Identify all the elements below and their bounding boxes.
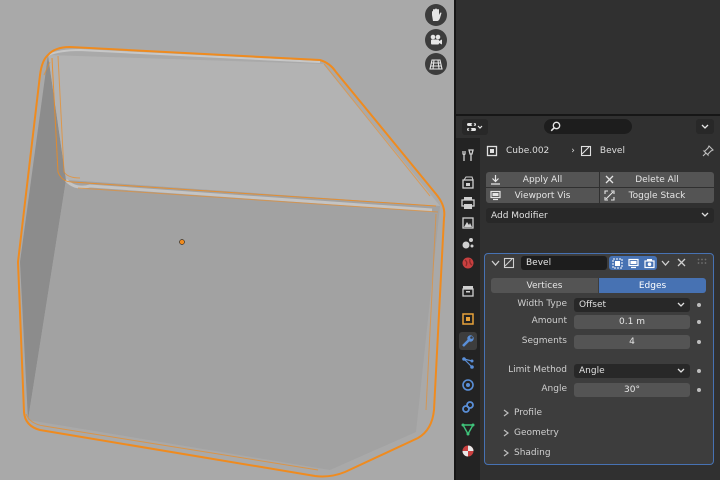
width-type-dropdown[interactable]: Offset <box>574 298 690 312</box>
affect-vertices-button[interactable]: Vertices <box>491 278 598 293</box>
subpanel-profile[interactable]: Profile <box>503 406 542 420</box>
keyframe-dot[interactable] <box>697 340 701 344</box>
subpanel-geometry-label: Geometry <box>514 428 559 438</box>
breadcrumb-object: Cube.002 <box>506 146 550 156</box>
angle-label: Angle <box>541 384 567 394</box>
download-icon <box>491 175 500 185</box>
limit-method-label: Limit Method <box>508 365 567 375</box>
modifier-properties: Cube.002 › Bevel Apply All Delete All Vi… <box>480 138 720 480</box>
apply-all-button[interactable]: Apply All <box>486 172 599 187</box>
pin-icon[interactable] <box>702 145 714 157</box>
camera-render-icon[interactable] <box>643 258 655 269</box>
segments-field[interactable]: 4 <box>574 335 690 349</box>
subpanel-geometry[interactable]: Geometry <box>503 426 559 440</box>
add-modifier-label: Add Modifier <box>491 210 548 221</box>
segments-value: 4 <box>629 337 635 347</box>
edit-mode-icon[interactable] <box>612 258 623 269</box>
toggle-stack-label: Toggle Stack <box>628 190 686 201</box>
3d-viewport[interactable] <box>0 0 454 480</box>
viewport-vis-button[interactable]: Viewport Vis <box>486 188 599 203</box>
object-data-icon[interactable] <box>459 420 477 438</box>
angle-field[interactable]: 30° <box>574 383 690 397</box>
monitor-icon <box>490 190 501 201</box>
view-layer-icon[interactable] <box>459 214 477 232</box>
apply-all-label: Apply All <box>522 174 563 185</box>
bevel-icon <box>580 145 591 157</box>
delete-all-label: Delete All <box>635 174 679 185</box>
constraints-icon[interactable] <box>459 398 477 416</box>
bevel-icon <box>503 257 515 269</box>
chevron-down-icon <box>677 368 685 373</box>
toggle-stack-button[interactable]: Toggle Stack <box>600 188 714 203</box>
subpanel-shading[interactable]: Shading <box>503 446 551 460</box>
properties-tabs <box>456 138 480 480</box>
object-icon[interactable] <box>459 310 477 328</box>
width-type-value: Offset <box>579 300 607 310</box>
camera-icon[interactable] <box>425 29 447 51</box>
affect-edges-label: Edges <box>638 280 667 291</box>
width-type-label: Width Type <box>517 299 567 309</box>
modifier-icon[interactable] <box>459 332 477 350</box>
properties-header <box>456 116 720 138</box>
fullscreen-icon <box>604 190 615 201</box>
monitor-icon[interactable] <box>627 258 639 269</box>
amount-value: 0.1 m <box>619 317 645 327</box>
affect-edges-button[interactable]: Edges <box>599 278 706 293</box>
breadcrumb: Cube.002 › Bevel <box>480 142 720 160</box>
particles-icon[interactable] <box>459 354 477 372</box>
amount-field[interactable]: 0.1 m <box>574 315 690 329</box>
collection-icon[interactable] <box>459 282 477 300</box>
close-icon <box>605 175 614 184</box>
cube-mesh <box>16 45 446 478</box>
limit-method-value: Angle <box>579 366 605 376</box>
physics-icon[interactable] <box>459 376 477 394</box>
options-dropdown[interactable] <box>696 119 714 134</box>
chevron-down-icon[interactable] <box>661 260 670 267</box>
keyframe-dot[interactable] <box>697 320 701 324</box>
hand-icon[interactable] <box>425 4 447 26</box>
bevel-modifier-panel: Bevel Vertices Edges Width Type Offset A… <box>484 253 714 465</box>
render-icon[interactable] <box>459 174 477 192</box>
breadcrumb-modifier: Bevel <box>599 146 625 156</box>
chevron-right-icon <box>503 449 509 457</box>
search-icon <box>550 121 561 132</box>
keyframe-dot[interactable] <box>697 303 701 307</box>
properties-editor: Cube.002 › Bevel Apply All Delete All Vi… <box>456 116 720 480</box>
segments-label: Segments <box>521 336 567 346</box>
object-icon <box>486 145 498 157</box>
drag-handle-icon[interactable] <box>697 258 707 266</box>
chevron-down-icon <box>701 212 709 217</box>
world-icon[interactable] <box>459 254 477 272</box>
grid-icon[interactable] <box>425 53 447 75</box>
subpanel-profile-label: Profile <box>514 408 542 418</box>
close-icon[interactable] <box>677 258 686 267</box>
tool-icon[interactable] <box>459 146 477 164</box>
affect-vertices-label: Vertices <box>526 280 563 291</box>
scene-icon[interactable] <box>459 234 477 252</box>
modifier-name: Bevel <box>526 258 552 268</box>
keyframe-dot[interactable] <box>697 388 701 392</box>
material-icon[interactable] <box>459 442 477 460</box>
angle-value: 30° <box>624 385 640 395</box>
delete-all-button[interactable]: Delete All <box>600 172 714 187</box>
editor-type-dropdown[interactable] <box>462 119 488 135</box>
output-icon[interactable] <box>459 194 477 212</box>
breadcrumb-separator: › <box>571 146 575 156</box>
add-modifier-dropdown[interactable]: Add Modifier <box>486 208 714 223</box>
search-input[interactable] <box>544 119 632 134</box>
chevron-down-icon <box>701 124 709 129</box>
subpanel-shading-label: Shading <box>514 448 551 458</box>
chevron-down-icon <box>677 302 685 307</box>
chevron-right-icon <box>503 429 509 437</box>
chevron-right-icon <box>503 409 509 417</box>
collapse-chevron-icon[interactable] <box>491 260 500 267</box>
viewport-vis-label: Viewport Vis <box>514 190 571 201</box>
visibility-toggles <box>609 256 657 270</box>
limit-method-dropdown[interactable]: Angle <box>574 364 690 378</box>
empty-editor-area <box>456 0 720 114</box>
amount-label: Amount <box>531 316 567 326</box>
modifier-name-input[interactable]: Bevel <box>521 256 607 270</box>
keyframe-dot[interactable] <box>697 369 701 373</box>
properties-editor-icon <box>467 123 483 131</box>
